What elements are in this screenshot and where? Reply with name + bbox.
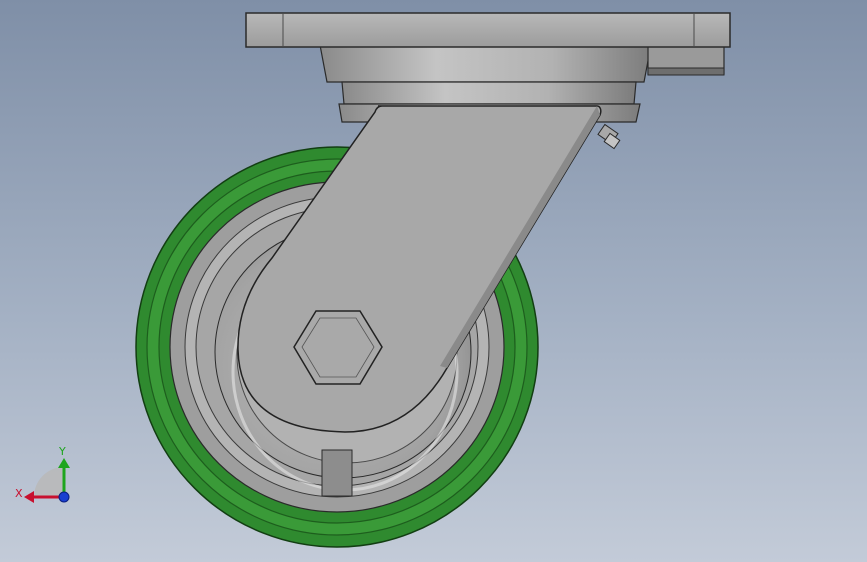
axle-spacer[interactable] <box>321 449 353 497</box>
swivel-ring[interactable] <box>341 81 637 105</box>
triad-y-arrow <box>58 458 70 468</box>
mounting-tab-edge <box>647 67 725 76</box>
caster-model[interactable]: X Y <box>0 0 867 562</box>
grease-fitting[interactable] <box>597 123 621 150</box>
triad-x-label: X <box>15 487 23 500</box>
triad-plane-quarter <box>34 467 64 497</box>
cad-graphics-viewport[interactable]: X Y <box>0 0 867 562</box>
triad-y-label: Y <box>58 445 66 458</box>
triad-z-axis <box>58 491 70 503</box>
swivel-flange[interactable] <box>319 44 652 83</box>
mounting-plate[interactable] <box>245 12 731 48</box>
orientation-triad[interactable]: X Y <box>15 445 70 503</box>
triad-x-arrow <box>24 491 34 503</box>
